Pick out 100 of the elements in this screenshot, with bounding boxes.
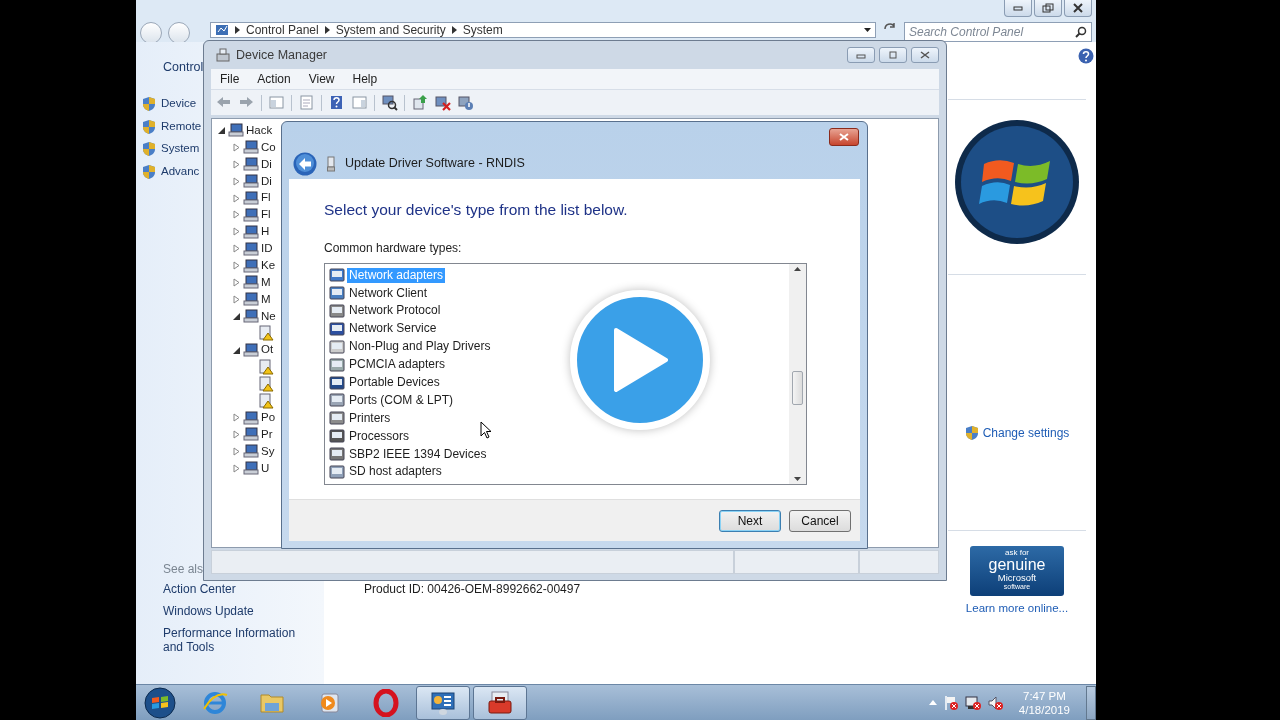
change-settings-link[interactable]: Change settings bbox=[982, 424, 1070, 442]
close-button[interactable] bbox=[911, 47, 939, 63]
task-link[interactable]: Advanc bbox=[161, 162, 200, 181]
close-button[interactable] bbox=[1064, 0, 1092, 17]
scroll-thumb[interactable] bbox=[792, 371, 803, 406]
menu-item[interactable]: Help bbox=[343, 70, 387, 88]
play-icon bbox=[612, 328, 668, 392]
device-icon bbox=[243, 292, 259, 307]
flag-icon[interactable] bbox=[942, 694, 959, 711]
task-link[interactable]: System bbox=[161, 140, 200, 158]
device-icon bbox=[329, 411, 345, 426]
scroll-up-icon bbox=[794, 267, 801, 272]
tree-item-label[interactable]: Ot bbox=[261, 341, 274, 359]
tree-item-label[interactable]: Ke bbox=[261, 256, 276, 275]
tree-item-label[interactable]: M bbox=[261, 290, 271, 308]
list-item[interactable]: Ports (COM & LPT) bbox=[347, 392, 455, 408]
help-icon[interactable] bbox=[1078, 48, 1094, 64]
minimize-button[interactable] bbox=[847, 47, 875, 63]
device-icon bbox=[243, 157, 259, 172]
shield-icon bbox=[964, 425, 979, 441]
dialog-button[interactable]: Next bbox=[719, 509, 781, 532]
tree-item-label[interactable]: Fl bbox=[261, 189, 271, 207]
minimize-button[interactable] bbox=[1004, 0, 1032, 17]
badge-text: ask for bbox=[1005, 549, 1029, 557]
task-link[interactable]: Action Center bbox=[163, 582, 318, 596]
breadcrumb-link[interactable]: System and Security bbox=[335, 21, 446, 39]
scan-hardware-button[interactable] bbox=[379, 92, 400, 113]
device-icon bbox=[243, 275, 259, 290]
computer-icon bbox=[215, 48, 231, 62]
minimize-icon bbox=[856, 51, 866, 59]
shield-icon bbox=[142, 141, 156, 157]
dialog-title: Update Driver Software - RNDIS bbox=[345, 155, 525, 173]
search-field[interactable]: Search Control Panel bbox=[904, 22, 1092, 42]
list-item[interactable]: Network Protocol bbox=[347, 303, 443, 319]
tree-item-label[interactable]: Hack bbox=[246, 121, 273, 140]
scrollbar[interactable] bbox=[789, 264, 806, 485]
task-link[interactable]: Performance Information and Tools bbox=[163, 626, 318, 654]
network-icon[interactable] bbox=[964, 694, 981, 711]
menu-item[interactable]: File bbox=[211, 70, 249, 88]
list-item[interactable]: Network Service bbox=[347, 321, 439, 337]
tree-item-label[interactable]: Co bbox=[261, 138, 276, 156]
restore-button[interactable] bbox=[1034, 0, 1062, 17]
list-item[interactable]: Printers bbox=[347, 410, 393, 426]
tree-item-label[interactable]: Ne bbox=[261, 307, 276, 325]
warning-device-icon bbox=[258, 325, 274, 342]
tree-item-label[interactable]: Pr bbox=[261, 425, 273, 444]
address-bar[interactable]: Control Panel System and Security System bbox=[210, 22, 876, 38]
taskbar-button[interactable] bbox=[473, 685, 527, 720]
list-item[interactable]: Processors bbox=[347, 428, 412, 444]
mouse-pointer-icon bbox=[480, 421, 492, 439]
list-item[interactable]: SD host adapters bbox=[347, 464, 444, 480]
expand-arrow-icon[interactable] bbox=[232, 311, 241, 321]
device-icon bbox=[243, 258, 259, 273]
menu-item[interactable]: View bbox=[299, 70, 344, 88]
list-item[interactable]: Non-Plug and Play Drivers bbox=[347, 339, 493, 355]
back-button[interactable] bbox=[293, 151, 317, 176]
device-icon bbox=[329, 465, 345, 479]
device-icon bbox=[243, 241, 259, 256]
tree-item-label[interactable]: Di bbox=[261, 172, 272, 190]
task-link[interactable]: Device bbox=[161, 95, 197, 113]
show-desktop-button[interactable] bbox=[1086, 685, 1096, 720]
tree-item-label[interactable]: Po bbox=[261, 408, 276, 427]
list-item[interactable]: Portable Devices bbox=[347, 375, 442, 391]
maximize-button[interactable] bbox=[879, 47, 907, 63]
shield-icon bbox=[142, 118, 156, 135]
uninstall-icon bbox=[434, 94, 451, 111]
learn-more-link[interactable]: Learn more online... bbox=[965, 600, 1069, 618]
list-item[interactable]: SBP2 IEEE 1394 Devices bbox=[347, 446, 489, 462]
tree-item-label[interactable]: Sy bbox=[261, 442, 275, 460]
list-label: Common hardware types: bbox=[324, 240, 463, 258]
list-item[interactable]: Network Client bbox=[347, 285, 430, 301]
task-link[interactable]: Windows Update bbox=[163, 604, 318, 618]
dialog-button[interactable]: Cancel bbox=[789, 509, 851, 532]
menu-item[interactable]: Action bbox=[248, 70, 300, 88]
device-icon bbox=[243, 191, 259, 205]
expand-arrow-icon[interactable] bbox=[217, 125, 226, 135]
close-button[interactable] bbox=[829, 128, 859, 146]
speaker-icon[interactable] bbox=[986, 694, 1003, 711]
maximize-icon bbox=[888, 51, 898, 59]
device-icon bbox=[329, 357, 345, 372]
device-icon bbox=[243, 410, 259, 425]
help-icon bbox=[328, 94, 345, 111]
tree-item-label[interactable]: Di bbox=[261, 155, 272, 173]
breadcrumb-link[interactable]: Control Panel bbox=[246, 21, 319, 39]
list-item[interactable]: PCMCIA adapters bbox=[347, 357, 448, 373]
device-icon bbox=[329, 375, 345, 390]
close-icon bbox=[920, 51, 930, 59]
tree-item-label[interactable]: Fl bbox=[261, 206, 271, 224]
tree-item-label[interactable]: H bbox=[261, 223, 270, 241]
tree-item-label[interactable]: U bbox=[261, 459, 270, 477]
instruction-heading: Select your device's type from the list below. bbox=[324, 200, 629, 220]
scan-hardware-icon bbox=[381, 94, 398, 111]
forward-button[interactable] bbox=[168, 22, 190, 44]
expand-arrow-icon[interactable] bbox=[232, 345, 241, 355]
tree-item-label[interactable]: ID bbox=[261, 240, 273, 258]
task-link[interactable]: Remote bbox=[161, 117, 202, 136]
show-hidden-icons-icon[interactable] bbox=[928, 700, 937, 705]
taskbar-button[interactable] bbox=[416, 685, 470, 720]
breadcrumb-link[interactable]: System bbox=[462, 21, 503, 39]
tree-item-label[interactable]: M bbox=[261, 273, 271, 292]
